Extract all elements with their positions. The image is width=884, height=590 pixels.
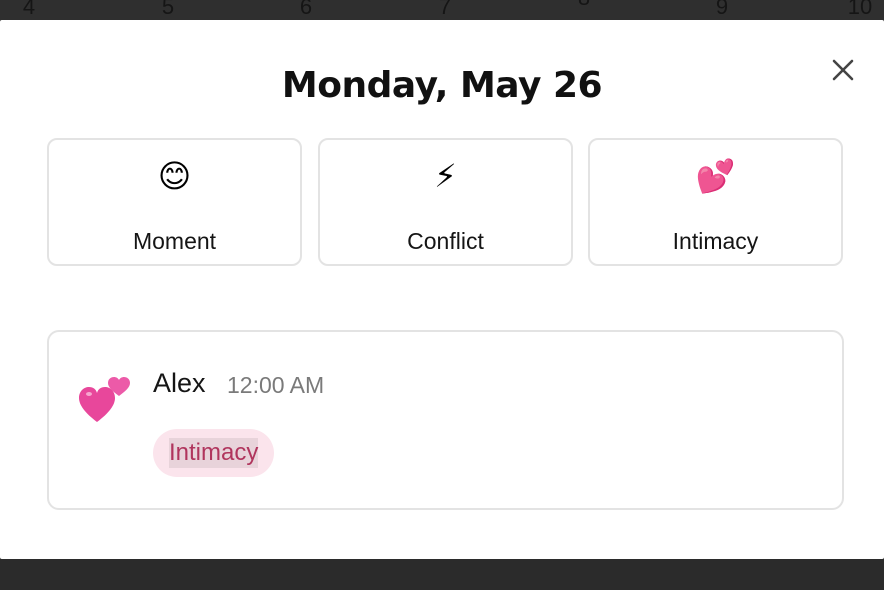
close-button[interactable] [826, 53, 860, 87]
calendar-day[interactable]: 6 [286, 0, 326, 19]
entry-tag-label: Intimacy [169, 438, 259, 468]
entry-type-intimacy[interactable]: 💕 Intimacy [588, 138, 843, 266]
lightning-icon: ⚡ [434, 158, 457, 194]
entry-type-conflict[interactable]: ⚡ Conflict [318, 138, 573, 266]
calendar-day[interactable]: 5 [148, 0, 188, 19]
modal-title: Monday, May 26 [281, 65, 603, 106]
entry-type-label: Conflict [407, 228, 484, 254]
entry-type-label: Intimacy [672, 228, 759, 254]
calendar-day[interactable]: 4 [9, 0, 49, 19]
entry-tag[interactable]: Intimacy [153, 429, 275, 477]
smiling-face-icon: 😊 [157, 158, 192, 194]
bottom-bar [0, 559, 884, 590]
calendar-day[interactable]: 7 [425, 0, 465, 19]
calendar-strip: 4 5 6 7 8 9 10 [0, 0, 884, 20]
entry-author: Alex [153, 368, 206, 398]
two-hearts-icon: 💕 [695, 158, 736, 194]
entry-time: 12:00 AM [227, 372, 325, 398]
entry-card[interactable]: Alex 12:00 AM Intimacy [47, 330, 844, 510]
entry-type-label: Moment [132, 228, 217, 254]
day-modal: Monday, May 26 😊 Moment ⚡ Conflict 💕 Int… [0, 20, 884, 559]
calendar-day[interactable]: 10 [840, 0, 880, 19]
calendar-day[interactable]: 8 [564, 0, 604, 10]
entry-type-moment[interactable]: 😊 Moment [47, 138, 302, 266]
close-icon [832, 59, 854, 81]
two-hearts-icon [79, 377, 130, 422]
calendar-day[interactable]: 9 [702, 0, 742, 19]
